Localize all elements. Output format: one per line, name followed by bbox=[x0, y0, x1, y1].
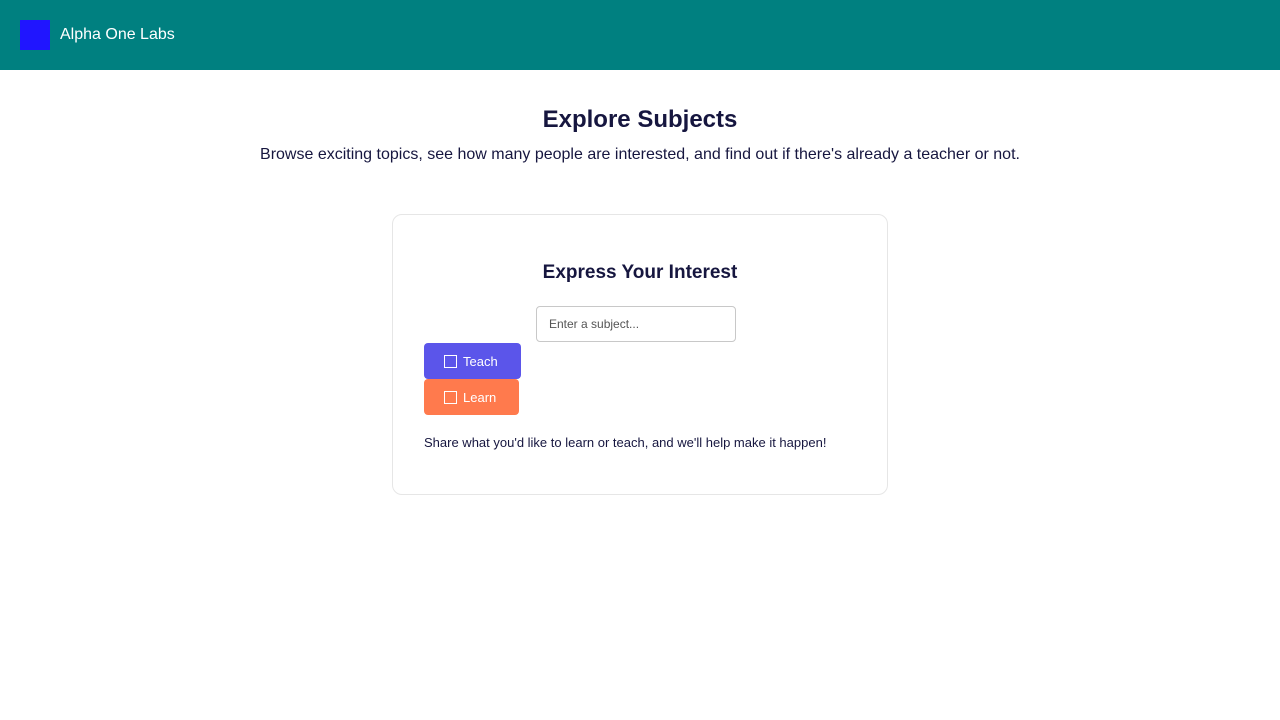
learn-button[interactable]: Learn bbox=[424, 379, 519, 415]
logo-square-icon[interactable] bbox=[20, 20, 50, 50]
card-title: Express Your Interest bbox=[542, 262, 738, 283]
teach-checkbox-icon[interactable] bbox=[444, 354, 457, 368]
teach-button[interactable]: Teach bbox=[424, 343, 521, 379]
card-note: Share what you'd like to learn or teach,… bbox=[424, 435, 827, 450]
page-subtitle: Browse exciting topics, see how many peo… bbox=[260, 146, 1020, 163]
top-navigation-bar: Alpha One Labs bbox=[0, 0, 1280, 70]
express-interest-card: Express Your Interest Teach Learn Share … bbox=[392, 214, 888, 495]
learn-button-label: Learn bbox=[463, 389, 497, 405]
page-title: Explore Subjects bbox=[542, 106, 738, 133]
hero-section: Explore Subjects Browse exciting topics,… bbox=[0, 105, 1280, 165]
learn-checkbox-icon[interactable] bbox=[444, 390, 457, 404]
subject-input[interactable] bbox=[536, 306, 736, 342]
teach-button-label: Teach bbox=[463, 353, 498, 369]
brand-name[interactable]: Alpha One Labs bbox=[60, 26, 175, 44]
